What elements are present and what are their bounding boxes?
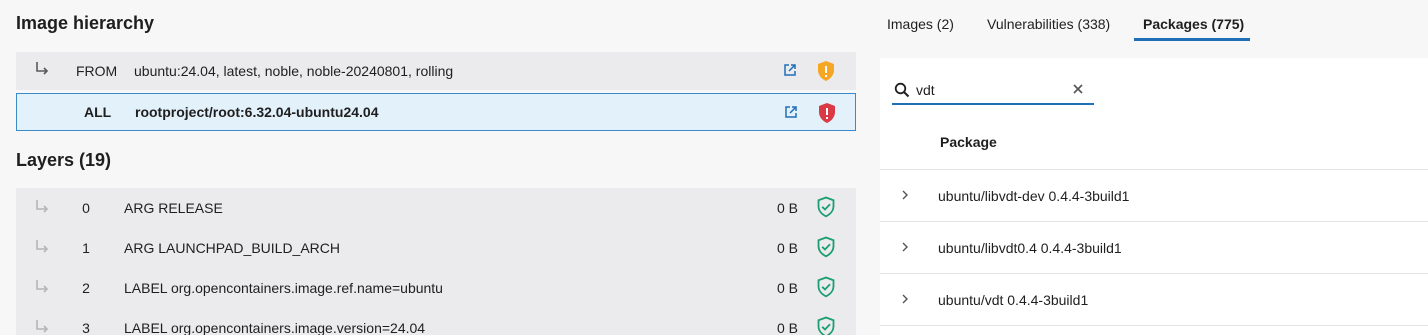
layer-index: 1: [82, 240, 90, 256]
child-arrow-icon: [36, 62, 49, 75]
layer-index: 0: [82, 200, 90, 216]
layer-command: LABEL org.opencontainers.image.version=2…: [124, 320, 426, 335]
package-row[interactable]: ubuntu/libvdt-dev 0.4.4-3build1: [880, 170, 1428, 222]
image-hierarchy-title: Image hierarchy: [16, 13, 155, 33]
layer-size: 0 B: [776, 280, 798, 296]
close-icon[interactable]: [1072, 83, 1084, 95]
layer-command: ARG RELEASE: [124, 200, 223, 216]
shield-check-icon: [817, 316, 835, 335]
layer-row[interactable]: 2 LABEL org.opencontainers.image.ref.nam…: [16, 268, 856, 308]
layer-size: 0 B: [776, 320, 798, 335]
tab-packages[interactable]: Packages (775): [1143, 16, 1244, 32]
layer-row[interactable]: 1 ARG LAUNCHPAD_BUILD_ARCH 0 B: [16, 228, 856, 268]
tab-images[interactable]: Images (2): [887, 16, 954, 32]
layer-size: 0 B: [776, 200, 798, 216]
package-row[interactable]: ubuntu/vdt 0.4.4-3build1: [880, 274, 1428, 326]
layers-title: Layers (19): [16, 150, 112, 170]
package-column-header[interactable]: Package: [940, 134, 997, 150]
child-arrow-icon: [36, 320, 49, 333]
child-arrow-icon: [36, 240, 49, 253]
hierarchy-row-all[interactable]: ALL rootproject/root:6.32.04-ubuntu24.04: [16, 93, 856, 131]
layer-row[interactable]: 0 ARG RELEASE 0 B: [16, 188, 856, 228]
package-name: ubuntu/vdt 0.4.4-3build1: [938, 292, 1089, 308]
chevron-right-icon[interactable]: [900, 241, 910, 253]
package-name: ubuntu/libvdt-dev 0.4.4-3build1: [938, 188, 1130, 204]
right-panel: Images (2) Vulnerabilities (338) Package…: [880, 0, 1428, 335]
layer-index: 3: [82, 320, 90, 335]
child-arrow-icon: [36, 200, 49, 213]
shield-alert-icon: [819, 103, 835, 123]
layer-command: ARG LAUNCHPAD_BUILD_ARCH: [124, 240, 341, 256]
package-search: [892, 78, 1094, 105]
child-arrow-icon: [36, 280, 49, 293]
external-link-icon[interactable]: [783, 63, 797, 77]
layer-index: 2: [82, 280, 90, 296]
hierarchy-image-name: rootproject/root:6.32.04-ubuntu24.04: [135, 104, 379, 120]
package-name: ubuntu/libvdt0.4 0.4.4-3build1: [938, 240, 1122, 256]
layer-command: LABEL org.opencontainers.image.ref.name=…: [124, 280, 443, 296]
tab-vulnerabilities[interactable]: Vulnerabilities (338): [987, 16, 1110, 32]
layer-size: 0 B: [776, 240, 798, 256]
tab-bar: Images (2) Vulnerabilities (338) Package…: [880, 0, 1428, 58]
layers-list: 0 ARG RELEASE 0 B 1 ARG LAUNCHPAD_BUILD_…: [16, 188, 856, 335]
chevron-right-icon[interactable]: [900, 293, 910, 305]
packages-panel: Package ubuntu/libvdt-dev 0.4.4-3build1 …: [880, 58, 1428, 335]
layer-row[interactable]: 3 LABEL org.opencontainers.image.version…: [16, 308, 856, 335]
search-input[interactable]: [916, 80, 1066, 100]
search-icon: [894, 82, 910, 98]
chevron-right-icon[interactable]: [900, 189, 910, 201]
shield-check-icon: [817, 196, 835, 218]
active-tab-indicator: [1134, 38, 1250, 41]
hierarchy-kind: FROM: [76, 63, 118, 79]
hierarchy-row-from[interactable]: FROM ubuntu:24.04, latest, noble, noble-…: [16, 52, 856, 90]
shield-check-icon: [817, 236, 835, 258]
external-link-icon[interactable]: [784, 105, 798, 119]
hierarchy-image-name: ubuntu:24.04, latest, noble, noble-20240…: [134, 63, 454, 79]
shield-warning-icon: [818, 61, 834, 81]
package-row[interactable]: ubuntu/libvdt0.4 0.4.4-3build1: [880, 222, 1428, 274]
shield-check-icon: [817, 276, 835, 298]
left-panel: Image hierarchy FROM ubuntu:24.04, lates…: [0, 0, 870, 335]
